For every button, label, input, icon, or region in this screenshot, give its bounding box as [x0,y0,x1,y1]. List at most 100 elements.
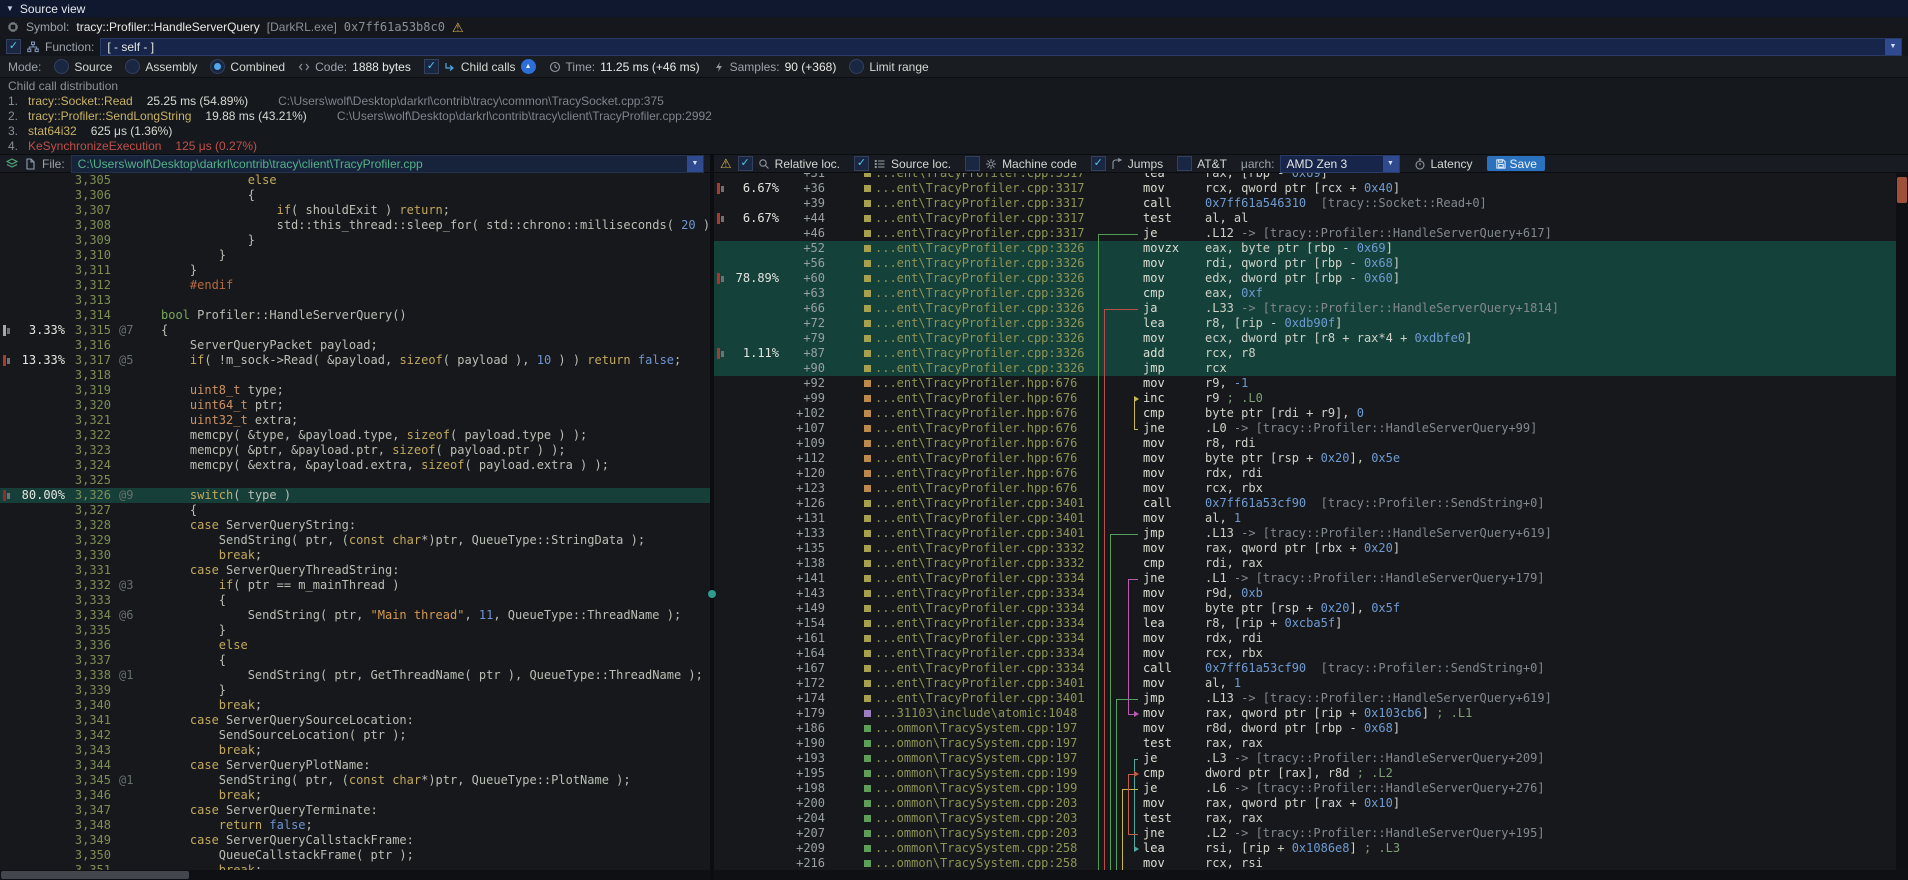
source-line[interactable]: 3,346 break; [0,788,710,803]
asm-instruction-row[interactable]: +141...ent\TracyProfiler.cpp:3334jne.L1 … [714,571,1896,586]
asm-option-relative-loc-[interactable]: ✓Relative loc. [738,156,840,171]
limit-range-radio[interactable] [849,59,864,74]
source-line[interactable]: 3,343 break; [0,743,710,758]
asm-instruction-row[interactable]: +46...ent\TracyProfiler.cpp:3317je.L12 -… [714,226,1896,241]
source-line[interactable]: 3,306 { [0,188,710,203]
radio-icon[interactable] [210,59,225,74]
source-hscrollbar[interactable] [0,870,710,880]
source-line[interactable]: 3,318 [0,368,710,383]
source-line[interactable]: 3,328 case ServerQueryString: [0,518,710,533]
asm-instruction-row[interactable]: +120...ent\TracyProfiler.hpp:676movrdx, … [714,466,1896,481]
radio-icon[interactable] [125,59,140,74]
source-line[interactable]: 3,336 else [0,638,710,653]
source-line[interactable]: 3,310 } [0,248,710,263]
source-line[interactable]: 3,340 break; [0,698,710,713]
asm-instruction-row[interactable]: +216...ommon\TracySystem.cpp:258movrcx, … [714,856,1896,870]
source-line[interactable]: 3,321 uint32_t extra; [0,413,710,428]
source-line[interactable]: 3,347 case ServerQueryTerminate: [0,803,710,818]
asm-instruction-row[interactable]: 6.67%+44...ent\TracyProfiler.cpp:3317tes… [714,211,1896,226]
source-line[interactable]: 3,334@6 SendString( ptr, "Main thread", … [0,608,710,623]
source-line[interactable]: 3,312 #endif [0,278,710,293]
mode-radio-source[interactable]: Source [54,59,112,74]
asm-instruction-row[interactable]: +149...ent\TracyProfiler.cpp:3334movbyte… [714,601,1896,616]
asm-instruction-row[interactable]: +133...ent\TracyProfiler.cpp:3401jmp.L13… [714,526,1896,541]
source-line[interactable]: 3,335 } [0,623,710,638]
asm-instruction-row[interactable]: +131...ent\TracyProfiler.cpp:3401moval, … [714,511,1896,526]
asm-instruction-row[interactable]: +79...ent\TracyProfiler.cpp:3326movecx, … [714,331,1896,346]
asm-instruction-row[interactable]: +190...ommon\TracySystem.cpp:197testrax,… [714,736,1896,751]
source-line[interactable]: 3,341 case ServerQuerySourceLocation: [0,713,710,728]
asm-instruction-row[interactable]: +66...ent\TracyProfiler.cpp:3326ja.L33 -… [714,301,1896,316]
source-line[interactable]: 3.33%3,315@7{ [0,323,710,338]
asm-instruction-row[interactable]: +161...ent\TracyProfiler.cpp:3334movrdx,… [714,631,1896,646]
asm-instruction-row[interactable]: +204...ommon\TracySystem.cpp:203testrax,… [714,811,1896,826]
source-line[interactable]: 3,332@3 if( ptr == m_mainThread ) [0,578,710,593]
source-line[interactable]: 3,348 return false; [0,818,710,833]
source-line[interactable]: 3,325 [0,473,710,488]
source-line[interactable]: 3,327 { [0,503,710,518]
latency-toggle[interactable]: Latency [1414,157,1473,171]
assembly-view[interactable]: +31...ent\TracyProfiler.cpp:3317learax, … [714,173,1896,870]
source-line[interactable]: 3,337 { [0,653,710,668]
child-call-item[interactable]: 1.tracy::Socket::Read25.25 ms (54.89%)C:… [0,94,1908,109]
child-calls-checkbox[interactable]: ✓ [424,59,439,74]
asm-instruction-row[interactable]: +179...31103\include\atomic:1048movrax, … [714,706,1896,721]
asm-instruction-row[interactable]: +207...ommon\TracySystem.cpp:203jne.L2 -… [714,826,1896,841]
checkbox-icon[interactable]: ✓ [738,156,753,171]
source-line[interactable]: 3,319 uint8_t type; [0,383,710,398]
file-combo-arrow-icon[interactable]: ▼ [687,156,703,172]
asm-instruction-row[interactable]: +193...ommon\TracySystem.cpp:197je.L3 ->… [714,751,1896,766]
asm-instruction-row[interactable]: +154...ent\TracyProfiler.cpp:3334lear8, … [714,616,1896,631]
source-line[interactable]: 3,345@1 SendString( ptr, (const char*)pt… [0,773,710,788]
asm-instruction-row[interactable]: +172...ent\TracyProfiler.cpp:3401moval, … [714,676,1896,691]
asm-instruction-row[interactable]: +102...ent\TracyProfiler.hpp:676cmpbyte … [714,406,1896,421]
asm-instruction-row[interactable]: +72...ent\TracyProfiler.cpp:3326lear8, [… [714,316,1896,331]
source-line[interactable]: 3,344 case ServerQueryPlotName: [0,758,710,773]
source-line[interactable]: 3,309 } [0,233,710,248]
function-combo-arrow-icon[interactable]: ▼ [1885,39,1901,55]
source-line[interactable]: 3,323 memcpy( &ptr, &payload.ptr, sizeof… [0,443,710,458]
source-code-view[interactable]: 3,305 else3,306 {3,307 if( shouldExit ) … [0,173,710,870]
source-line[interactable]: 80.00%3,326@9 switch( type ) [0,488,710,503]
asm-instruction-row[interactable]: +167...ent\TracyProfiler.cpp:3334call0x7… [714,661,1896,676]
asm-instruction-row[interactable]: +123...ent\TracyProfiler.hpp:676movrcx, … [714,481,1896,496]
child-calls-expand-button[interactable]: ▲ [521,59,536,74]
checkbox-icon[interactable]: ✓ [1091,156,1106,171]
save-button[interactable]: Save [1487,156,1545,171]
child-calls-toggle[interactable]: ✓ Child calls ▲ [424,59,536,74]
source-line[interactable]: 3,320 uint64_t ptr; [0,398,710,413]
asm-instruction-row[interactable]: +112...ent\TracyProfiler.hpp:676movbyte … [714,451,1896,466]
asm-option-jumps[interactable]: ✓Jumps [1091,156,1163,171]
checkbox-icon[interactable] [965,156,980,171]
asm-instruction-row[interactable]: +143...ent\TracyProfiler.cpp:3334movr9d,… [714,586,1896,601]
file-combo[interactable]: C:\Users\wolf\Desktop\darkrl\contrib\tra… [71,155,704,173]
source-hscrollbar-thumb[interactable] [1,871,189,879]
source-line[interactable]: 3,322 memcpy( &type, &payload.type, size… [0,428,710,443]
asm-instruction-row[interactable]: 6.67%+36...ent\TracyProfiler.cpp:3317mov… [714,181,1896,196]
asm-instruction-row[interactable]: +31...ent\TracyProfiler.cpp:3317learax, … [714,173,1896,181]
source-line[interactable]: 3,329 SendString( ptr, (const char*)ptr,… [0,533,710,548]
asm-instruction-row[interactable]: +39...ent\TracyProfiler.cpp:3317call0x7f… [714,196,1896,211]
source-line[interactable]: 3,311 } [0,263,710,278]
source-line[interactable]: 3,351 break; [0,863,710,870]
child-call-item[interactable]: 4.KeSynchronizeExecution125 μs (0.27%) [0,139,1908,154]
source-line[interactable]: 3,314bool Profiler::HandleServerQuery() [0,308,710,323]
source-line[interactable]: 13.33%3,317@5 if( !m_sock->Read( &payloa… [0,353,710,368]
asm-instruction-row[interactable]: +126...ent\TracyProfiler.cpp:3401call0x7… [714,496,1896,511]
asm-instruction-row[interactable]: 1.11%+87...ent\TracyProfiler.cpp:3326add… [714,346,1896,361]
checkbox-icon[interactable]: ✓ [854,156,869,171]
source-line[interactable]: 3,342 SendSourceLocation( ptr ); [0,728,710,743]
source-line[interactable]: 3,307 if( shouldExit ) return; [0,203,710,218]
source-line[interactable]: 3,330 break; [0,548,710,563]
checkbox-icon[interactable] [1177,156,1192,171]
asm-option-machine-code[interactable]: Machine code [965,156,1077,171]
function-combo[interactable]: [ - self - ] ▼ [100,38,1902,56]
source-line[interactable]: 3,333 { [0,593,710,608]
source-line[interactable]: 3,350 QueueCallstackFrame( ptr ); [0,848,710,863]
limit-range-toggle[interactable]: Limit range [849,59,928,74]
child-call-item[interactable]: 2.tracy::Profiler::SendLongString19.88 m… [0,109,1908,124]
asm-instruction-row[interactable]: +138...ent\TracyProfiler.cpp:3332cmprdi,… [714,556,1896,571]
asm-instruction-row[interactable]: +209...ommon\TracySystem.cpp:258learsi, … [714,841,1896,856]
uarch-combo-arrow-icon[interactable]: ▼ [1383,156,1399,172]
source-line[interactable]: 3,313 [0,293,710,308]
